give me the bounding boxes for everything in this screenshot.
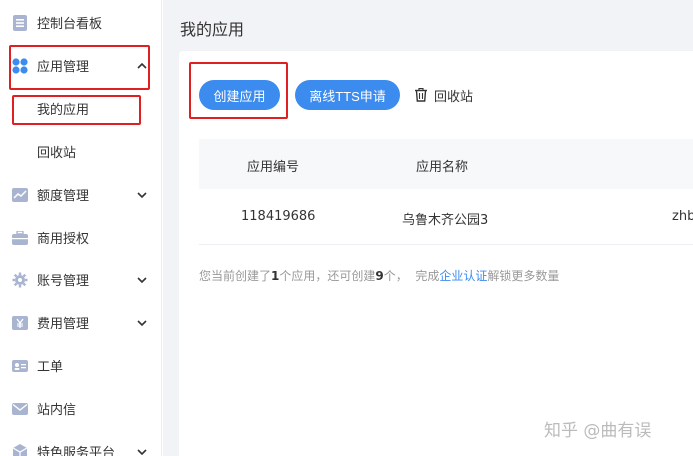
summary-prefix: 您当前创建了 [199, 269, 272, 283]
sidebar-item-inbox[interactable]: 站内信 [0, 387, 162, 430]
cell-app-id: 118419686 [241, 209, 316, 224]
offline-tts-apply-button[interactable]: 离线TTS申请 [295, 80, 400, 110]
sidebar-item-label: 工单 [37, 360, 64, 375]
column-header-app-name: 应用名称 [416, 160, 469, 175]
sidebar-item-label: 商用授权 [37, 232, 90, 247]
gear-icon [12, 272, 28, 288]
watermark-text: 知乎 @曲有误 [544, 421, 652, 441]
sidebar-subitem-label: 回收站 [37, 146, 77, 161]
summary-suffix: 个， 完成 [383, 269, 440, 283]
sidebar-item-label: 额度管理 [37, 189, 90, 204]
sidebar-item-label: 特色服务平台 [37, 446, 116, 456]
chevron-down-icon[interactable] [136, 274, 148, 286]
sidebar-subitem-my-apps[interactable]: 我的应用 [0, 87, 162, 130]
table-row[interactable]: 118419686 乌鲁木齐公园3 zhb [199, 189, 693, 245]
remaining-count: 9 [375, 269, 384, 283]
sidebar-item-label: 应用管理 [37, 60, 90, 75]
main-content: 我的应用 创建应用 离线TTS申请 回收站 应用编号 应用名称 11841968… [163, 0, 693, 456]
sidebar-item-label: 账号管理 [37, 274, 90, 289]
sidebar-subitem-label: 我的应用 [37, 103, 90, 118]
yen-icon [12, 315, 28, 331]
sidebar-item-featured-services[interactable]: 特色服务平台 [0, 430, 162, 456]
briefcase-icon [12, 230, 28, 246]
summary-mid: 个应用，还可创建 [279, 269, 376, 283]
chevron-down-icon[interactable] [136, 317, 148, 329]
chevron-down-icon[interactable] [136, 189, 148, 201]
sidebar-item-label: 控制台看板 [37, 17, 103, 32]
summary-tail: 解锁更多数量 [487, 269, 560, 283]
app-quota-summary: 您当前创建了1个应用，还可创建9个， 完成企业认证解锁更多数量 [199, 267, 559, 284]
sidebar-subitem-recycle-bin[interactable]: 回收站 [0, 130, 162, 173]
create-app-button[interactable]: 创建应用 [199, 80, 280, 110]
table-header: 应用编号 应用名称 [199, 139, 693, 189]
sidebar-item-quota[interactable]: 额度管理 [0, 173, 162, 216]
apps-card: 创建应用 离线TTS申请 回收站 应用编号 应用名称 118419686 乌鲁木… [179, 51, 693, 456]
cell-extra: zhb [672, 209, 693, 224]
chevron-down-icon[interactable] [136, 446, 148, 456]
recycle-bin-label: 回收站 [434, 89, 474, 105]
sidebar-item-account[interactable]: 账号管理 [0, 258, 162, 301]
dashboard-icon [12, 14, 28, 31]
sidebar-item-commercial-license[interactable]: 商用授权 [0, 216, 162, 259]
sidebar-item-label: 费用管理 [37, 317, 90, 332]
column-header-app-id: 应用编号 [247, 160, 300, 175]
recycle-bin-button[interactable]: 回收站 [414, 85, 473, 105]
sidebar-item-app-management[interactable]: 应用管理 [0, 44, 162, 87]
sidebar-item-billing[interactable]: 费用管理 [0, 301, 162, 344]
mail-icon [12, 401, 28, 417]
sidebar: 控制台看板 应用管理 我的应用 回收站 额度管理 商用授权 账号管理 费用管理 … [0, 0, 162, 456]
sidebar-item-label: 站内信 [37, 403, 77, 418]
enterprise-verification-link[interactable]: 企业认证 [439, 269, 487, 283]
id-card-icon [12, 358, 28, 374]
chart-icon [12, 187, 28, 203]
cube-icon [12, 443, 28, 456]
trash-icon [414, 87, 428, 102]
sidebar-item-ticket[interactable]: 工单 [0, 344, 162, 387]
cell-app-name: 乌鲁木齐公园3 [402, 213, 489, 228]
page-title: 我的应用 [180, 20, 245, 39]
apps-icon [12, 57, 28, 74]
sidebar-item-dashboard[interactable]: 控制台看板 [0, 1, 162, 44]
chevron-up-icon[interactable] [136, 60, 148, 72]
